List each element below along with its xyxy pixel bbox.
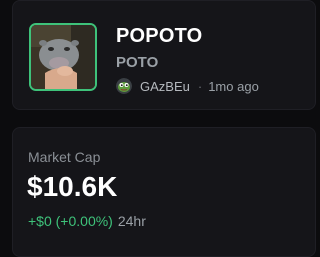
market-cap-change: +$0 (+0.00%): [28, 213, 113, 229]
market-cap-value: $10.6K: [27, 171, 118, 202]
market-cap-period: 24hr: [117, 213, 146, 229]
creator-name[interactable]: GAzBEu: [140, 79, 190, 94]
creator-row: GAzBEu · 1mo ago: [116, 77, 259, 95]
token-ticker: POTO: [116, 54, 159, 71]
market-cap-label: Market Cap: [28, 149, 101, 165]
pepe-frog-icon[interactable]: [116, 78, 132, 94]
token-image[interactable]: [29, 23, 97, 91]
hippo-photo-icon: [31, 25, 95, 89]
market-cap-card: Market Cap $10.6K +$0 (+0.00%) 24hr: [12, 127, 316, 257]
separator-dot: ·: [197, 78, 203, 94]
token-name: POPOTO: [116, 25, 203, 47]
created-time: 1mo ago: [208, 78, 259, 94]
market-cap-change-row: +$0 (+0.00%) 24hr: [28, 213, 146, 229]
token-card[interactable]: POPOTO POTO GAzBEu · 1mo ago: [12, 0, 316, 110]
